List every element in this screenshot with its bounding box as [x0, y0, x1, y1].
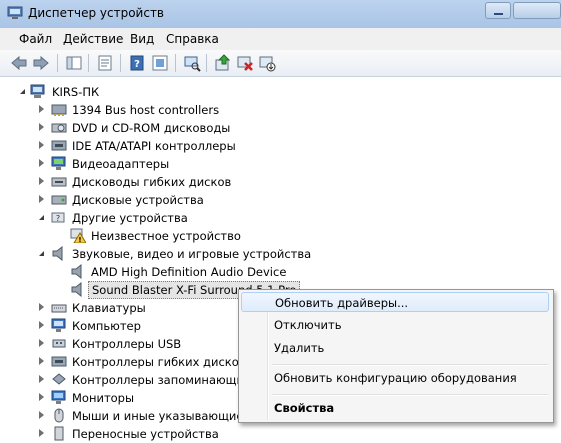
properties-icon[interactable] [96, 54, 114, 72]
portable-device-icon [54, 426, 64, 441]
disk-drive-icon [51, 195, 67, 205]
menu-view[interactable]: Вид [130, 32, 154, 46]
computer-icon [51, 318, 66, 332]
computer-icon [30, 84, 45, 98]
context-uninstall[interactable]: Удалить [241, 338, 549, 358]
device-manager-icon [7, 6, 23, 19]
context-disable[interactable]: Отключить [241, 315, 549, 335]
optical-drive-icon [51, 123, 67, 133]
tree-root-label: KIRS-ПК [52, 85, 100, 99]
svg-text:?: ? [56, 214, 60, 223]
context-update-drivers[interactable]: Обновить драйверы... [241, 292, 549, 312]
controller-icon [51, 104, 67, 116]
toolbar: ? [0, 50, 561, 77]
forward-icon[interactable] [32, 54, 50, 72]
minimize-button[interactable] [485, 2, 511, 19]
uninstall-icon[interactable] [236, 54, 254, 72]
scan-hardware-icon[interactable] [183, 54, 201, 72]
context-scan-hardware[interactable]: Обновить конфигурацию оборудования [241, 368, 549, 388]
floppy-controller-icon [51, 356, 67, 367]
menu-file[interactable]: Файл [19, 32, 52, 46]
mouse-icon [54, 408, 64, 423]
ide-controller-icon [51, 140, 67, 151]
usb-icon [52, 339, 66, 348]
back-icon[interactable] [10, 54, 28, 72]
menu-action[interactable]: Действие [63, 32, 123, 46]
update-driver-icon[interactable] [214, 54, 232, 72]
title-bar[interactable]: Диспетчер устройств [0, 0, 561, 28]
context-properties[interactable]: Свойства [241, 398, 549, 418]
menu-bar: Файл Действие Вид Справка [0, 28, 561, 51]
menu-help[interactable]: Справка [166, 32, 219, 46]
svg-text:?: ? [134, 59, 140, 70]
display-adapter-icon [51, 156, 66, 170]
disable-icon[interactable] [258, 54, 276, 72]
window-title: Диспетчер устройств [28, 6, 165, 20]
speaker-icon [71, 264, 82, 279]
keyboard-icon [51, 304, 67, 313]
svg-text:!: ! [78, 236, 81, 243]
show-hide-icon[interactable] [151, 54, 169, 72]
maximize-button[interactable] [513, 2, 561, 19]
console-tree-icon[interactable] [65, 54, 83, 72]
context-menu: Обновить драйверы... Отключить Удалить О… [238, 289, 554, 423]
help-icon[interactable]: ? [128, 54, 146, 72]
unknown-device-warning-icon: ! [70, 228, 86, 243]
floppy-drive-icon [51, 177, 67, 187]
monitor-icon [51, 390, 66, 404]
speaker-icon [52, 246, 63, 261]
other-devices-icon: ? [51, 212, 65, 223]
storage-controller-icon [52, 373, 66, 385]
speaker-icon [71, 282, 82, 297]
